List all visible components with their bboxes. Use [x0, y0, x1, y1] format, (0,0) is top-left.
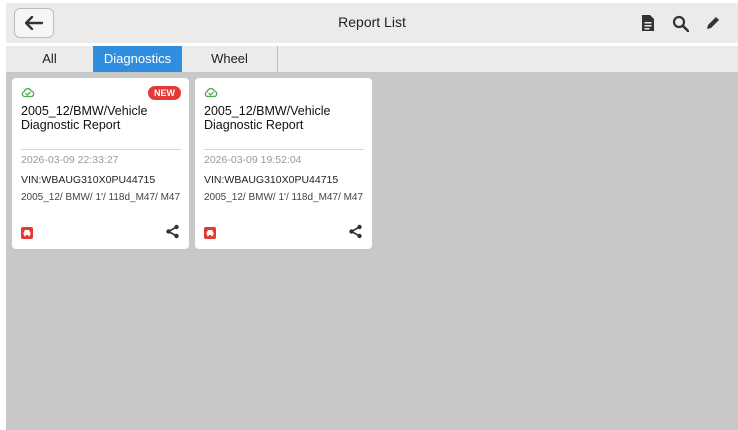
report-doc-icon [642, 15, 654, 31]
cloud-check-icon [21, 88, 35, 98]
tab-wheel-alignment[interactable]: Wheel Alignment [182, 46, 278, 92]
page-title: Report List [338, 14, 406, 30]
top-bar: Report List [6, 3, 738, 43]
report-date: 2026-03-09 19:52:04 [204, 154, 302, 166]
search-button[interactable] [670, 13, 690, 33]
share-icon[interactable] [165, 224, 180, 239]
report-card[interactable]: 2005_12/BMW/Vehicle Diagnostic Report 20… [195, 78, 372, 249]
card-divider [204, 149, 364, 150]
share-icon[interactable] [348, 224, 363, 239]
report-list-screen: Report List All Diagnostics Wheel Alignm… [0, 0, 738, 430]
edit-pencil-icon [707, 17, 719, 29]
report-grid: NEW 2005_12/BMW/Vehicle Diagnostic Repor… [6, 72, 738, 430]
report-model: 2005_12/ BMW/ 1'/ 118d_M47/ M47 [21, 192, 181, 203]
report-card[interactable]: NEW 2005_12/BMW/Vehicle Diagnostic Repor… [12, 78, 189, 249]
report-model: 2005_12/ BMW/ 1'/ 118d_M47/ M47 [204, 192, 364, 203]
report-vin: VIN:WBAUG310X0PU44715 [204, 174, 339, 186]
tab-bar: All Diagnostics Wheel Alignment [6, 46, 738, 92]
tab-all[interactable]: All [6, 46, 93, 72]
car-icon [21, 227, 33, 239]
new-badge: NEW [148, 86, 181, 100]
tab-diagnostics[interactable]: Diagnostics [93, 46, 182, 72]
report-title: 2005_12/BMW/Vehicle Diagnostic Report [21, 104, 148, 132]
report-date: 2026-03-09 22:33:27 [21, 154, 119, 166]
card-divider [21, 149, 181, 150]
edit-button[interactable] [703, 13, 723, 33]
search-icon [672, 15, 689, 32]
report-doc-button[interactable] [638, 13, 658, 33]
cloud-check-icon [204, 88, 218, 98]
car-icon [204, 227, 216, 239]
report-title: 2005_12/BMW/Vehicle Diagnostic Report [204, 104, 331, 132]
report-vin: VIN:WBAUG310X0PU44715 [21, 174, 156, 186]
